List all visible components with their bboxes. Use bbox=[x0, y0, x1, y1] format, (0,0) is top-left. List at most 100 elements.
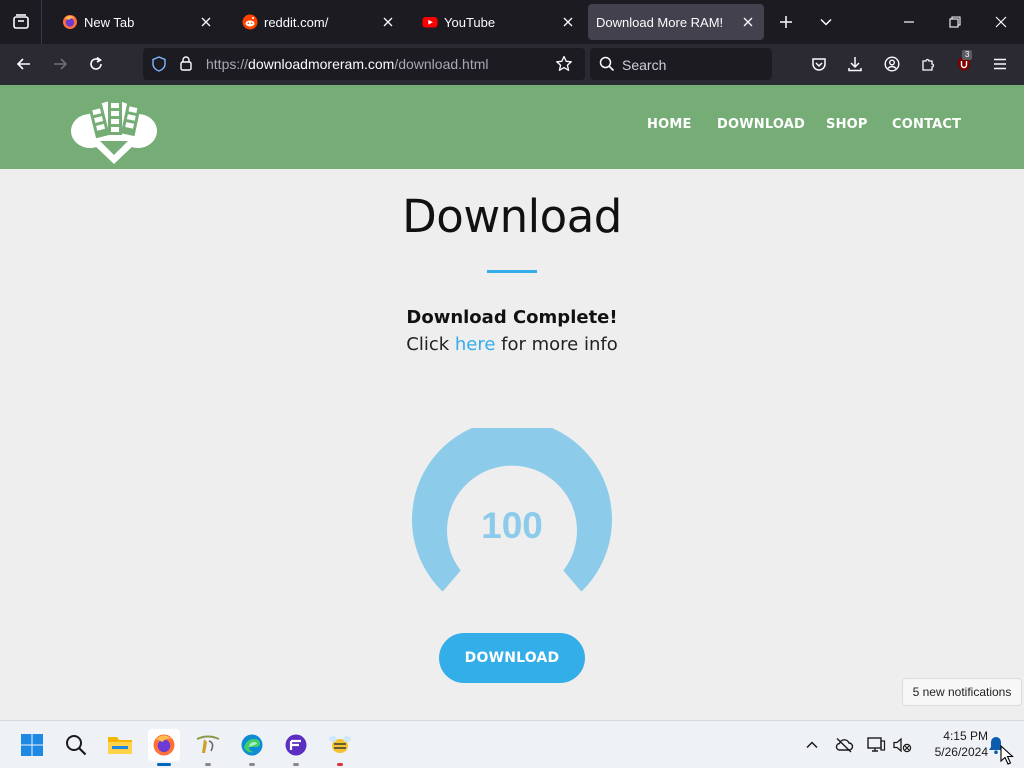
account-button[interactable] bbox=[876, 48, 908, 80]
reddit-icon bbox=[242, 14, 258, 30]
pocket-button[interactable] bbox=[803, 48, 835, 80]
list-all-tabs-button[interactable] bbox=[810, 0, 842, 44]
app-icon bbox=[196, 735, 220, 753]
address-bar[interactable]: https://downloadmoreram.com/download.htm… bbox=[143, 48, 585, 80]
close-tab-icon[interactable] bbox=[560, 14, 576, 30]
onedrive-status-button[interactable] bbox=[832, 733, 856, 757]
firefox-icon bbox=[62, 14, 78, 30]
volume-button[interactable] bbox=[890, 733, 914, 757]
minimize-button[interactable] bbox=[890, 0, 928, 44]
progress-value: 100 bbox=[481, 505, 543, 546]
plus-icon bbox=[780, 16, 792, 28]
reload-button[interactable] bbox=[80, 48, 112, 80]
search-bar[interactable]: Search bbox=[590, 48, 772, 80]
tab-download-more-ram[interactable]: Download More RAM! bbox=[588, 4, 764, 40]
app-icon bbox=[329, 736, 351, 753]
more-info-suffix: for more info bbox=[495, 334, 618, 355]
title-divider bbox=[487, 270, 537, 273]
tab-list-icon bbox=[12, 14, 29, 29]
clock-date: 5/26/2024 bbox=[934, 745, 988, 759]
download-ram-logo[interactable] bbox=[68, 91, 160, 167]
url-domain: downloadmoreram.com bbox=[248, 56, 395, 72]
close-icon bbox=[995, 16, 1007, 28]
arrow-right-icon bbox=[54, 58, 68, 70]
clock[interactable]: 4:15 PM 5/26/2024 bbox=[920, 728, 988, 760]
puzzle-icon bbox=[922, 58, 935, 71]
tab-list-button[interactable] bbox=[0, 0, 42, 44]
speaker-muted-icon bbox=[893, 737, 912, 753]
running-indicator bbox=[293, 763, 299, 766]
nav-contact-link[interactable]: CONTACT bbox=[892, 117, 961, 132]
account-icon bbox=[884, 56, 900, 72]
url-text[interactable]: https://downloadmoreram.com/download.htm… bbox=[206, 56, 489, 72]
download-icon bbox=[848, 57, 862, 72]
nav-shop-link[interactable]: SHOP bbox=[826, 117, 868, 132]
mouse-cursor-icon bbox=[1000, 745, 1014, 765]
extensions-button[interactable] bbox=[912, 48, 944, 80]
file-explorer-button[interactable] bbox=[104, 729, 136, 761]
pocket-icon bbox=[812, 58, 826, 71]
running-indicator bbox=[249, 763, 255, 766]
lock-icon[interactable] bbox=[178, 55, 194, 75]
close-tab-icon[interactable] bbox=[380, 14, 396, 30]
shield-icon[interactable] bbox=[151, 56, 167, 76]
forward-button[interactable] bbox=[44, 48, 76, 80]
taskbar-edge-button[interactable] bbox=[236, 729, 268, 766]
close-window-button[interactable] bbox=[982, 0, 1020, 44]
minimize-icon bbox=[904, 21, 914, 23]
clock-time: 4:15 PM bbox=[943, 729, 988, 743]
search-placeholder: Search bbox=[622, 57, 667, 73]
running-indicator bbox=[205, 763, 211, 766]
active-indicator bbox=[157, 763, 171, 766]
tab-reddit[interactable]: reddit.com/ bbox=[228, 4, 404, 40]
network-status-button[interactable] bbox=[864, 733, 888, 757]
start-button[interactable] bbox=[16, 729, 48, 761]
tab-label: YouTube bbox=[444, 14, 496, 30]
downloads-button[interactable] bbox=[839, 48, 871, 80]
start-icon bbox=[21, 734, 43, 756]
tab-label: Download More RAM! bbox=[596, 14, 724, 30]
new-tab-button[interactable] bbox=[770, 0, 802, 44]
download-button[interactable]: DOWNLOAD bbox=[439, 633, 585, 683]
app-icon bbox=[285, 734, 307, 756]
back-button[interactable] bbox=[8, 48, 40, 80]
navigation-toolbar: https://downloadmoreram.com/download.htm… bbox=[0, 44, 1024, 85]
tab-youtube[interactable]: YouTube bbox=[408, 4, 584, 40]
url-path: /download.html bbox=[394, 56, 489, 72]
cloud-offline-icon bbox=[835, 737, 854, 753]
nav-home-link[interactable]: HOME bbox=[647, 117, 692, 132]
file-explorer-icon bbox=[108, 737, 132, 754]
page-title: Download bbox=[402, 190, 622, 243]
chevron-up-icon bbox=[806, 741, 818, 749]
notification-toast[interactable]: 5 new notifications bbox=[902, 678, 1022, 706]
taskbar: 4:15 PM 5/26/2024 bbox=[0, 720, 1024, 768]
nav-download-link[interactable]: DOWNLOAD bbox=[717, 117, 805, 132]
arrow-left-icon bbox=[16, 58, 30, 70]
restore-icon bbox=[949, 16, 961, 28]
taskbar-app-button[interactable] bbox=[192, 729, 224, 766]
extension-badge: 3 bbox=[962, 50, 973, 60]
youtube-icon bbox=[422, 14, 438, 30]
chevron-down-icon bbox=[820, 18, 832, 26]
taskbar-app-button[interactable] bbox=[324, 729, 356, 766]
close-tab-icon[interactable] bbox=[740, 14, 756, 30]
site-header: HOME DOWNLOAD SHOP CONTACT bbox=[0, 85, 1024, 169]
edge-icon bbox=[241, 734, 263, 756]
search-icon bbox=[599, 56, 615, 76]
app-menu-button[interactable] bbox=[984, 48, 1016, 80]
tab-strip: New Tab reddit.com/ YouTube Download Mor… bbox=[0, 0, 1024, 44]
taskbar-firefox-button[interactable] bbox=[148, 729, 180, 766]
tab-label: reddit.com/ bbox=[264, 14, 329, 30]
restore-button[interactable] bbox=[936, 0, 974, 44]
more-info-text: Click here for more info bbox=[0, 334, 1024, 355]
taskbar-search-button[interactable] bbox=[60, 729, 92, 761]
search-icon bbox=[66, 735, 87, 756]
close-tab-icon[interactable] bbox=[198, 14, 214, 30]
tab-label: New Tab bbox=[84, 14, 135, 30]
more-info-link[interactable]: here bbox=[455, 334, 496, 355]
url-scheme: https:// bbox=[206, 56, 249, 72]
tab-new-tab[interactable]: New Tab bbox=[48, 4, 222, 40]
show-hidden-icons-button[interactable] bbox=[800, 733, 824, 757]
bookmark-star-icon[interactable] bbox=[555, 55, 573, 77]
taskbar-app-button[interactable] bbox=[280, 729, 312, 766]
